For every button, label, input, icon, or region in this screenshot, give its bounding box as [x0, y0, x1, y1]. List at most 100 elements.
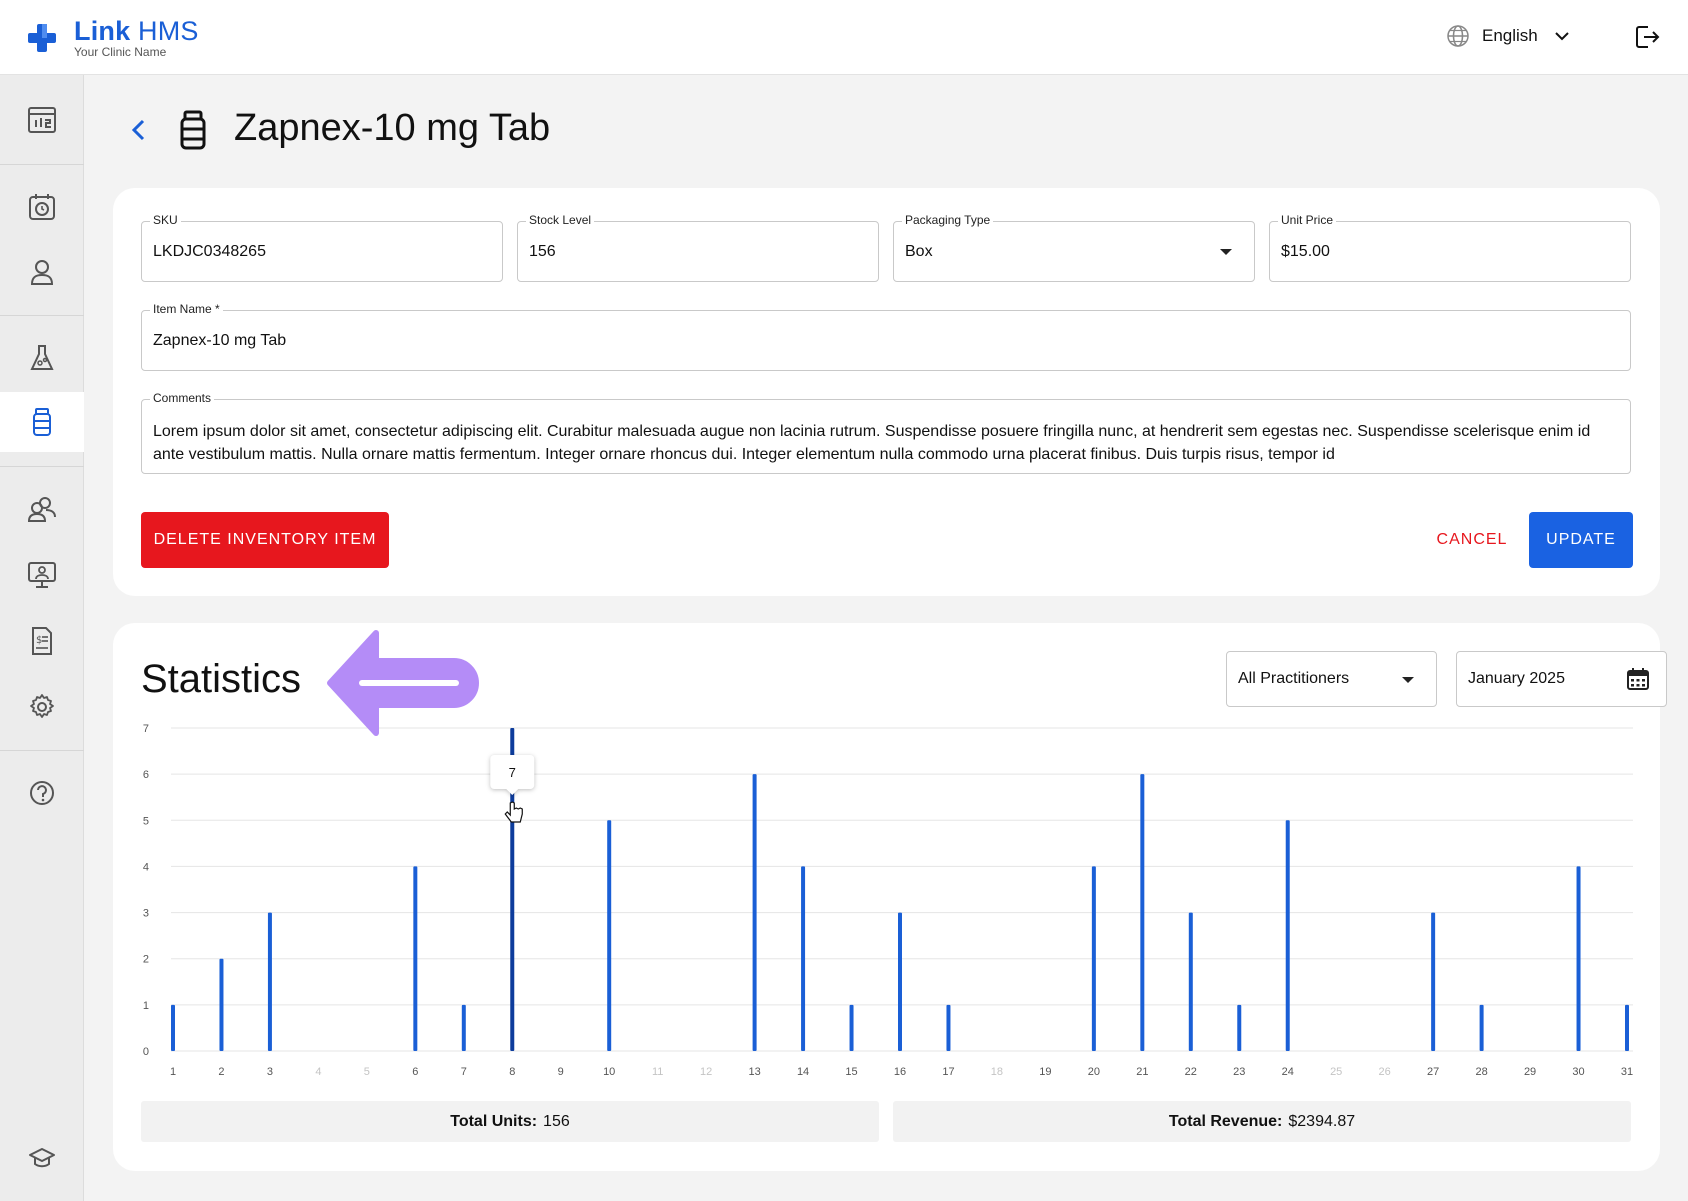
bar	[171, 1004, 175, 1051]
total-units-box: Total Units: 156	[141, 1101, 879, 1142]
statistics-card: 0 1 2 3 4 5 6 7 1 2 3 4 5 6 7 8 9 10 11 12 13 14 15 16 17 18 19 20 2…	[113, 623, 1667, 1171]
tooltip-value: 7	[509, 765, 516, 780]
x-tick-label: 30	[1572, 1066, 1584, 1078]
bar	[1576, 866, 1581, 1051]
y-tick-label: 5	[143, 815, 149, 827]
bar	[607, 820, 612, 1051]
sidebar-item-training[interactable]	[0, 1128, 84, 1188]
total-revenue-value: $2394.87	[1288, 1112, 1356, 1130]
language-selector[interactable]: English	[1446, 24, 1570, 48]
bar	[898, 912, 902, 1051]
x-tick-label: 21	[1136, 1066, 1148, 1078]
x-tick-label: 19	[1039, 1066, 1051, 1078]
invoice-icon: $	[32, 627, 52, 655]
bar	[1431, 912, 1436, 1051]
sidebar-item-help[interactable]	[0, 763, 84, 823]
dropdown-caret-icon	[1220, 249, 1232, 255]
calendar-icon[interactable]	[1626, 667, 1650, 691]
medicine-bottle-icon	[33, 408, 51, 436]
sku-value: LKDJC0348265	[153, 243, 266, 260]
people-icon	[27, 497, 56, 522]
sidebar-item-lab[interactable]	[0, 328, 84, 388]
bar	[461, 1004, 466, 1051]
total-revenue-label: Total Revenue:	[1168, 1112, 1283, 1130]
stock-level-label: Stock Level	[526, 213, 595, 227]
item-name-field[interactable]: Item Name * Zapnex-10 mg Tab	[141, 302, 1631, 371]
logo-name: Link HMS	[74, 16, 199, 46]
y-tick-label: 0	[143, 1046, 149, 1058]
y-tick-label: 3	[143, 908, 149, 920]
bar	[1188, 912, 1193, 1051]
person-icon	[30, 260, 54, 285]
x-tick-label: 4	[315, 1066, 321, 1078]
bar	[267, 912, 272, 1051]
stock-level-field[interactable]: Stock Level 156	[517, 213, 879, 282]
item-name-value: Zapnex-10 mg Tab	[153, 332, 287, 349]
bar	[1237, 1004, 1242, 1051]
sidebar-item-inventory[interactable]	[0, 392, 84, 452]
x-tick-label: 3	[267, 1066, 273, 1078]
x-tick-label: 7	[461, 1066, 467, 1078]
y-tick-label: 4	[143, 861, 149, 873]
x-tick-label: 14	[797, 1066, 809, 1078]
bar	[849, 1004, 854, 1051]
sidebar-item-billing[interactable]: $	[0, 611, 84, 671]
x-tick-label: 16	[894, 1066, 906, 1078]
back-arrow-icon[interactable]	[124, 115, 154, 145]
statistics-title: Statistics	[141, 657, 302, 701]
logo-cross-icon	[28, 24, 56, 52]
comments-field[interactable]: Comments Lorem ipsum dolor sit amet, con…	[141, 391, 1631, 474]
packaging-type-value: Box	[905, 243, 933, 260]
chevron-down-icon	[1555, 32, 1569, 41]
packaging-type-label: Packaging Type	[902, 213, 994, 227]
sidebar-item-settings[interactable]	[0, 677, 84, 737]
x-tick-label: 10	[603, 1066, 615, 1078]
comments-label: Comments	[150, 391, 215, 405]
logout-icon[interactable]	[1634, 24, 1660, 50]
calendar-clock-icon	[29, 194, 55, 220]
unit-price-field[interactable]: Unit Price $15.00	[1269, 213, 1631, 282]
page-title: Zapnex-10 mg Tab	[234, 107, 551, 149]
top-bar: Link HMS Your Clinic Name English	[0, 0, 1688, 75]
packaging-type-select[interactable]: Packaging Type Box	[893, 213, 1255, 282]
dropdown-caret-icon	[1402, 677, 1414, 683]
svg-text:$: $	[36, 635, 42, 646]
app-logo[interactable]: Link HMS Your Clinic Name	[26, 18, 199, 58]
help-icon	[30, 781, 54, 805]
month-picker[interactable]: January 2025	[1456, 651, 1667, 707]
stock-level-value: 156	[529, 243, 556, 260]
clinic-name: Your Clinic Name	[74, 45, 167, 59]
sidebar-item-staff[interactable]	[0, 479, 84, 539]
cancel-button[interactable]: CANCEL	[1427, 512, 1517, 568]
medicine-bottle-icon	[180, 110, 206, 150]
comments-value: Lorem ipsum dolor sit amet, consectetur …	[153, 423, 1591, 463]
total-units-value: 156	[543, 1112, 570, 1130]
sidebar-item-patients[interactable]	[0, 242, 84, 302]
bar	[752, 774, 757, 1051]
total-revenue-box: Total Revenue: $2394.87	[893, 1101, 1631, 1142]
left-arrow-annotation-icon	[327, 630, 479, 736]
y-tick-label: 7	[143, 723, 149, 735]
x-tick-label: 11	[652, 1066, 663, 1078]
unit-price-value: $15.00	[1281, 243, 1330, 260]
sidebar-item-appointments[interactable]	[0, 177, 84, 237]
sidebar-item-dashboard[interactable]	[0, 90, 84, 150]
dashboard-icon	[28, 107, 56, 133]
update-button[interactable]: UPDATE	[1529, 512, 1633, 568]
main-content: Zapnex-10 mg Tab SKU LKDJC0348265 Stock …	[84, 75, 1688, 1201]
x-tick-label: 26	[1379, 1066, 1391, 1078]
sku-field[interactable]: SKU LKDJC0348265	[141, 213, 503, 282]
sidebar-item-telehealth[interactable]	[0, 545, 84, 605]
x-tick-label: 24	[1282, 1066, 1294, 1078]
x-tick-label: 2	[218, 1066, 224, 1078]
delete-inventory-item-button[interactable]: DELETE INVENTORY ITEM	[141, 512, 389, 568]
y-tick-label: 1	[143, 1000, 149, 1012]
bar	[1625, 1004, 1629, 1051]
bar	[1091, 866, 1096, 1051]
practitioner-filter-select[interactable]: All Practitioners	[1226, 651, 1437, 707]
x-tick-label: 17	[942, 1066, 954, 1078]
bar	[219, 958, 224, 1051]
x-tick-label: 9	[558, 1066, 564, 1078]
x-tick-label: 27	[1427, 1066, 1439, 1078]
tooltip-pointer	[506, 789, 519, 795]
